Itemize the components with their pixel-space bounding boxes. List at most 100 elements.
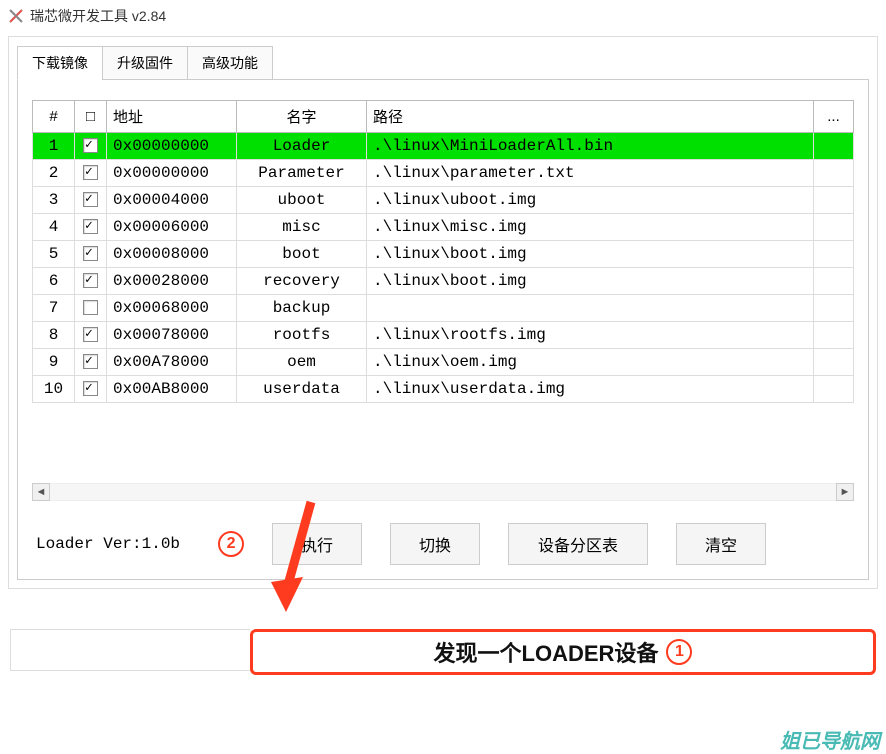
cell-more[interactable]	[814, 295, 854, 322]
cell-chk[interactable]	[75, 268, 107, 295]
cell-num[interactable]: 5	[33, 241, 75, 268]
cell-more[interactable]	[814, 349, 854, 376]
cell-addr[interactable]: 0x00068000	[107, 295, 237, 322]
cell-more[interactable]	[814, 376, 854, 403]
checkbox-icon[interactable]	[83, 165, 98, 180]
cell-path[interactable]: .\linux\rootfs.img	[367, 322, 814, 349]
cell-more[interactable]	[814, 160, 854, 187]
cell-path[interactable]: .\linux\boot.img	[367, 268, 814, 295]
cell-chk[interactable]	[75, 241, 107, 268]
cell-chk[interactable]	[75, 214, 107, 241]
cell-num[interactable]: 3	[33, 187, 75, 214]
cell-name[interactable]: boot	[237, 241, 367, 268]
cell-name[interactable]: backup	[237, 295, 367, 322]
checkbox-icon[interactable]	[83, 219, 98, 234]
col-more[interactable]: ...	[814, 101, 854, 133]
checkbox-icon[interactable]	[83, 246, 98, 261]
partition-button[interactable]: 设备分区表	[508, 523, 648, 565]
table-row[interactable]: 9 0x00A78000oem.\linux\oem.img	[33, 349, 854, 376]
checkbox-icon[interactable]	[83, 381, 98, 396]
cell-num[interactable]: 8	[33, 322, 75, 349]
cell-name[interactable]: oem	[237, 349, 367, 376]
cell-addr[interactable]: 0x00006000	[107, 214, 237, 241]
cell-more[interactable]	[814, 241, 854, 268]
horizontal-scrollbar[interactable]: ◄ ►	[32, 483, 854, 501]
cell-more[interactable]	[814, 187, 854, 214]
checkbox-icon[interactable]	[83, 300, 98, 315]
cell-num[interactable]: 7	[33, 295, 75, 322]
col-path[interactable]: 路径	[367, 101, 814, 133]
table-row[interactable]: 2 0x00000000Parameter.\linux\parameter.tx…	[33, 160, 854, 187]
checkbox-icon[interactable]	[83, 273, 98, 288]
cell-addr[interactable]: 0x00AB8000	[107, 376, 237, 403]
table-row[interactable]: 5 0x00008000boot.\linux\boot.img	[33, 241, 854, 268]
table-row[interactable]: 10 0x00AB8000userdata.\linux\userdata.img	[33, 376, 854, 403]
table-row[interactable]: 1 0x00000000Loader.\linux\MiniLoaderAll.b…	[33, 133, 854, 160]
cell-chk[interactable]	[75, 133, 107, 160]
cell-num[interactable]: 2	[33, 160, 75, 187]
tab-upgrade[interactable]: 升级固件	[102, 46, 188, 80]
cell-addr[interactable]: 0x00A78000	[107, 349, 237, 376]
cell-name[interactable]: uboot	[237, 187, 367, 214]
cell-chk[interactable]	[75, 349, 107, 376]
cell-name[interactable]: Loader	[237, 133, 367, 160]
cell-path[interactable]	[367, 295, 814, 322]
cell-chk[interactable]	[75, 376, 107, 403]
cell-addr[interactable]: 0x00028000	[107, 268, 237, 295]
cell-addr[interactable]: 0x00008000	[107, 241, 237, 268]
cell-chk[interactable]	[75, 322, 107, 349]
cell-path[interactable]: .\linux\userdata.img	[367, 376, 814, 403]
switch-button[interactable]: 切换	[390, 523, 480, 565]
cell-path[interactable]: .\linux\oem.img	[367, 349, 814, 376]
status-box: 发现一个LOADER设备 1	[250, 629, 876, 675]
col-addr[interactable]: 地址	[107, 101, 237, 133]
status-row: 发现一个LOADER设备 1	[10, 629, 876, 675]
cell-num[interactable]: 4	[33, 214, 75, 241]
col-num[interactable]: #	[33, 101, 75, 133]
cell-chk[interactable]	[75, 295, 107, 322]
cell-more[interactable]	[814, 133, 854, 160]
cell-path[interactable]: .\linux\boot.img	[367, 241, 814, 268]
scroll-right-arrow[interactable]: ►	[836, 483, 854, 501]
table-row[interactable]: 4 0x00006000misc.\linux\misc.img	[33, 214, 854, 241]
cell-chk[interactable]	[75, 160, 107, 187]
col-chk[interactable]: □	[75, 101, 107, 133]
cell-more[interactable]	[814, 214, 854, 241]
scroll-left-arrow[interactable]: ◄	[32, 483, 50, 501]
cell-more[interactable]	[814, 322, 854, 349]
tab-advanced[interactable]: 高级功能	[187, 46, 273, 80]
tab-download[interactable]: 下载镜像	[17, 46, 103, 80]
window-title: 瑞芯微开发工具 v2.84	[30, 6, 166, 26]
cell-path[interactable]: .\linux\MiniLoaderAll.bin	[367, 133, 814, 160]
cell-addr[interactable]: 0x00078000	[107, 322, 237, 349]
table-row[interactable]: 7 0x00068000backup	[33, 295, 854, 322]
checkbox-icon[interactable]	[83, 192, 98, 207]
table-row[interactable]: 6 0x00028000recovery.\linux\boot.img	[33, 268, 854, 295]
checkbox-icon[interactable]	[83, 327, 98, 342]
cell-name[interactable]: recovery	[237, 268, 367, 295]
col-name[interactable]: 名字	[237, 101, 367, 133]
cell-name[interactable]: misc	[237, 214, 367, 241]
cell-chk[interactable]	[75, 187, 107, 214]
clear-button[interactable]: 清空	[676, 523, 766, 565]
cell-addr[interactable]: 0x00000000	[107, 160, 237, 187]
cell-path[interactable]: .\linux\misc.img	[367, 214, 814, 241]
cell-num[interactable]: 1	[33, 133, 75, 160]
cell-more[interactable]	[814, 268, 854, 295]
cell-path[interactable]: .\linux\uboot.img	[367, 187, 814, 214]
scroll-track[interactable]	[50, 483, 836, 501]
cell-num[interactable]: 9	[33, 349, 75, 376]
execute-button[interactable]: 执行	[272, 523, 362, 565]
checkbox-icon[interactable]	[83, 138, 98, 153]
cell-path[interactable]: .\linux\parameter.txt	[367, 160, 814, 187]
cell-num[interactable]: 10	[33, 376, 75, 403]
cell-num[interactable]: 6	[33, 268, 75, 295]
table-row[interactable]: 3 0x00004000uboot.\linux\uboot.img	[33, 187, 854, 214]
cell-name[interactable]: Parameter	[237, 160, 367, 187]
cell-name[interactable]: userdata	[237, 376, 367, 403]
cell-addr[interactable]: 0x00004000	[107, 187, 237, 214]
table-row[interactable]: 8 0x00078000rootfs.\linux\rootfs.img	[33, 322, 854, 349]
checkbox-icon[interactable]	[83, 354, 98, 369]
cell-addr[interactable]: 0x00000000	[107, 133, 237, 160]
cell-name[interactable]: rootfs	[237, 322, 367, 349]
